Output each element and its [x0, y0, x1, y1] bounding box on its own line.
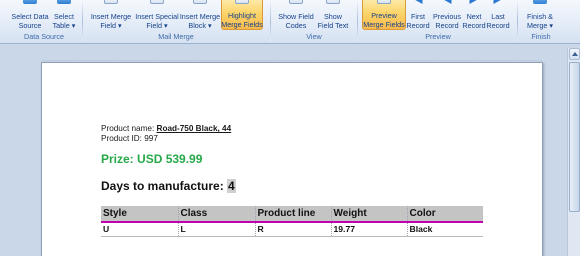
preview-merge-fields-label-2: Merge Fields: [363, 19, 405, 29]
table-cell-class[interactable]: L: [178, 222, 256, 237]
product-id-line: Product ID: 997: [101, 134, 158, 143]
insert-merge-field-button[interactable]: Insert Merge Field ▾: [88, 0, 134, 30]
product-id-label: Product ID:: [101, 134, 142, 143]
select-table-button[interactable]: Select Table ▾: [52, 0, 76, 30]
table-cell-color[interactable]: Black: [407, 222, 483, 237]
first-record-label-2: Record: [406, 20, 430, 30]
product-id-field[interactable]: 997: [144, 134, 158, 143]
last-record-label-2: Record: [486, 20, 510, 30]
table-cell-style[interactable]: U: [101, 222, 179, 237]
first-record-button[interactable]: First Record: [406, 0, 430, 30]
scroll-thumb[interactable]: [569, 62, 580, 212]
price-label: Prize:: [101, 152, 134, 166]
show-field-codes-label-2: Codes: [285, 20, 307, 30]
previous-record-label-2: Record: [435, 20, 459, 30]
price-field[interactable]: USD 539.99: [137, 152, 202, 166]
table-header-product-line: Product line: [255, 206, 332, 223]
ribbon: Select Data Source Select Table ▾ Insert…: [0, 0, 580, 44]
table-row: U L R 19.77 Black: [101, 222, 483, 237]
insert-merge-field-label-2: Field ▾: [100, 20, 122, 30]
preview-merge-fields-button[interactable]: Preview Merge Fields: [362, 0, 406, 30]
merge-field-icon: [104, 0, 118, 4]
table-cell-weight[interactable]: 19.77: [331, 222, 408, 237]
insert-merge-block-label-2: Block ▾: [188, 20, 212, 30]
field-codes-icon: [289, 0, 303, 4]
group-separator: [517, 2, 518, 42]
next-record-icon: [469, 0, 479, 4]
product-name-label: Product name:: [101, 124, 155, 133]
days-label: Days to manufacture:: [101, 179, 224, 193]
preview-icon: [377, 0, 391, 4]
group-label-data-source: Data Source: [24, 32, 64, 41]
highlight-merge-fields-label-2: Merge Fields: [221, 19, 263, 29]
group-separator: [82, 2, 83, 42]
table-header-row: Style Class Product line Weight Color: [101, 206, 483, 223]
scroll-up-arrow-icon[interactable]: [569, 48, 580, 60]
finish-merge-icon: [533, 0, 547, 4]
previous-record-button[interactable]: Previous Record: [430, 0, 464, 30]
next-record-label-2: Record: [462, 20, 486, 30]
days-to-manufacture-line: Days to manufacture: 4: [101, 179, 236, 193]
insert-special-field-button[interactable]: Insert Special Field ▾: [134, 0, 180, 30]
days-field[interactable]: 4: [227, 179, 236, 193]
select-data-source-label-2: Source: [18, 20, 42, 30]
show-field-text-label-2: Field Text: [317, 20, 349, 30]
group-label-preview: Preview: [425, 32, 451, 41]
group-separator: [357, 2, 358, 42]
product-name-line: Product name: Road-750 Black, 44: [101, 124, 231, 133]
vertical-scrollbar[interactable]: [567, 48, 580, 256]
first-record-icon: [413, 0, 423, 4]
product-name-field[interactable]: Road-750 Black, 44: [157, 124, 232, 133]
group-separator: [270, 2, 271, 42]
database-icon: [23, 0, 37, 4]
finish-and-merge-button[interactable]: Finish & Merge ▾: [522, 0, 558, 30]
insert-special-field-label-2: Field ▾: [146, 20, 168, 30]
merge-block-icon: [193, 0, 207, 4]
highlight-icon: [235, 0, 249, 4]
next-record-button[interactable]: Next Record: [462, 0, 486, 30]
table-header-style: Style: [101, 206, 179, 223]
table-header-weight: Weight: [331, 206, 408, 223]
group-label-mail-merge: Mail Merge: [158, 32, 194, 41]
finish-and-merge-label-2: Merge ▾: [527, 20, 553, 30]
previous-record-icon: [442, 0, 452, 4]
product-table: Style Class Product line Weight Color U …: [101, 206, 483, 237]
highlight-merge-fields-button[interactable]: Highlight Merge Fields: [221, 0, 263, 30]
show-field-codes-button[interactable]: Show Field Codes: [276, 0, 316, 30]
group-label-view: View: [306, 32, 322, 41]
field-text-icon: [326, 0, 340, 4]
group-label-finish: Finish: [531, 32, 551, 41]
last-record-icon: [493, 0, 503, 4]
special-field-icon: [150, 0, 164, 4]
table-icon: [57, 0, 71, 4]
select-data-source-button[interactable]: Select Data Source: [8, 0, 52, 30]
show-field-text-button[interactable]: Show Field Text: [316, 0, 350, 30]
insert-merge-block-button[interactable]: Insert Merge Block ▾: [179, 0, 221, 30]
table-header-class: Class: [178, 206, 256, 223]
price-line: Prize: USD 539.99: [101, 152, 202, 166]
select-table-label-2: Table ▾: [52, 20, 76, 30]
last-record-button[interactable]: Last Record: [486, 0, 510, 30]
table-cell-product-line[interactable]: R: [255, 222, 332, 237]
table-header-color: Color: [407, 206, 483, 223]
